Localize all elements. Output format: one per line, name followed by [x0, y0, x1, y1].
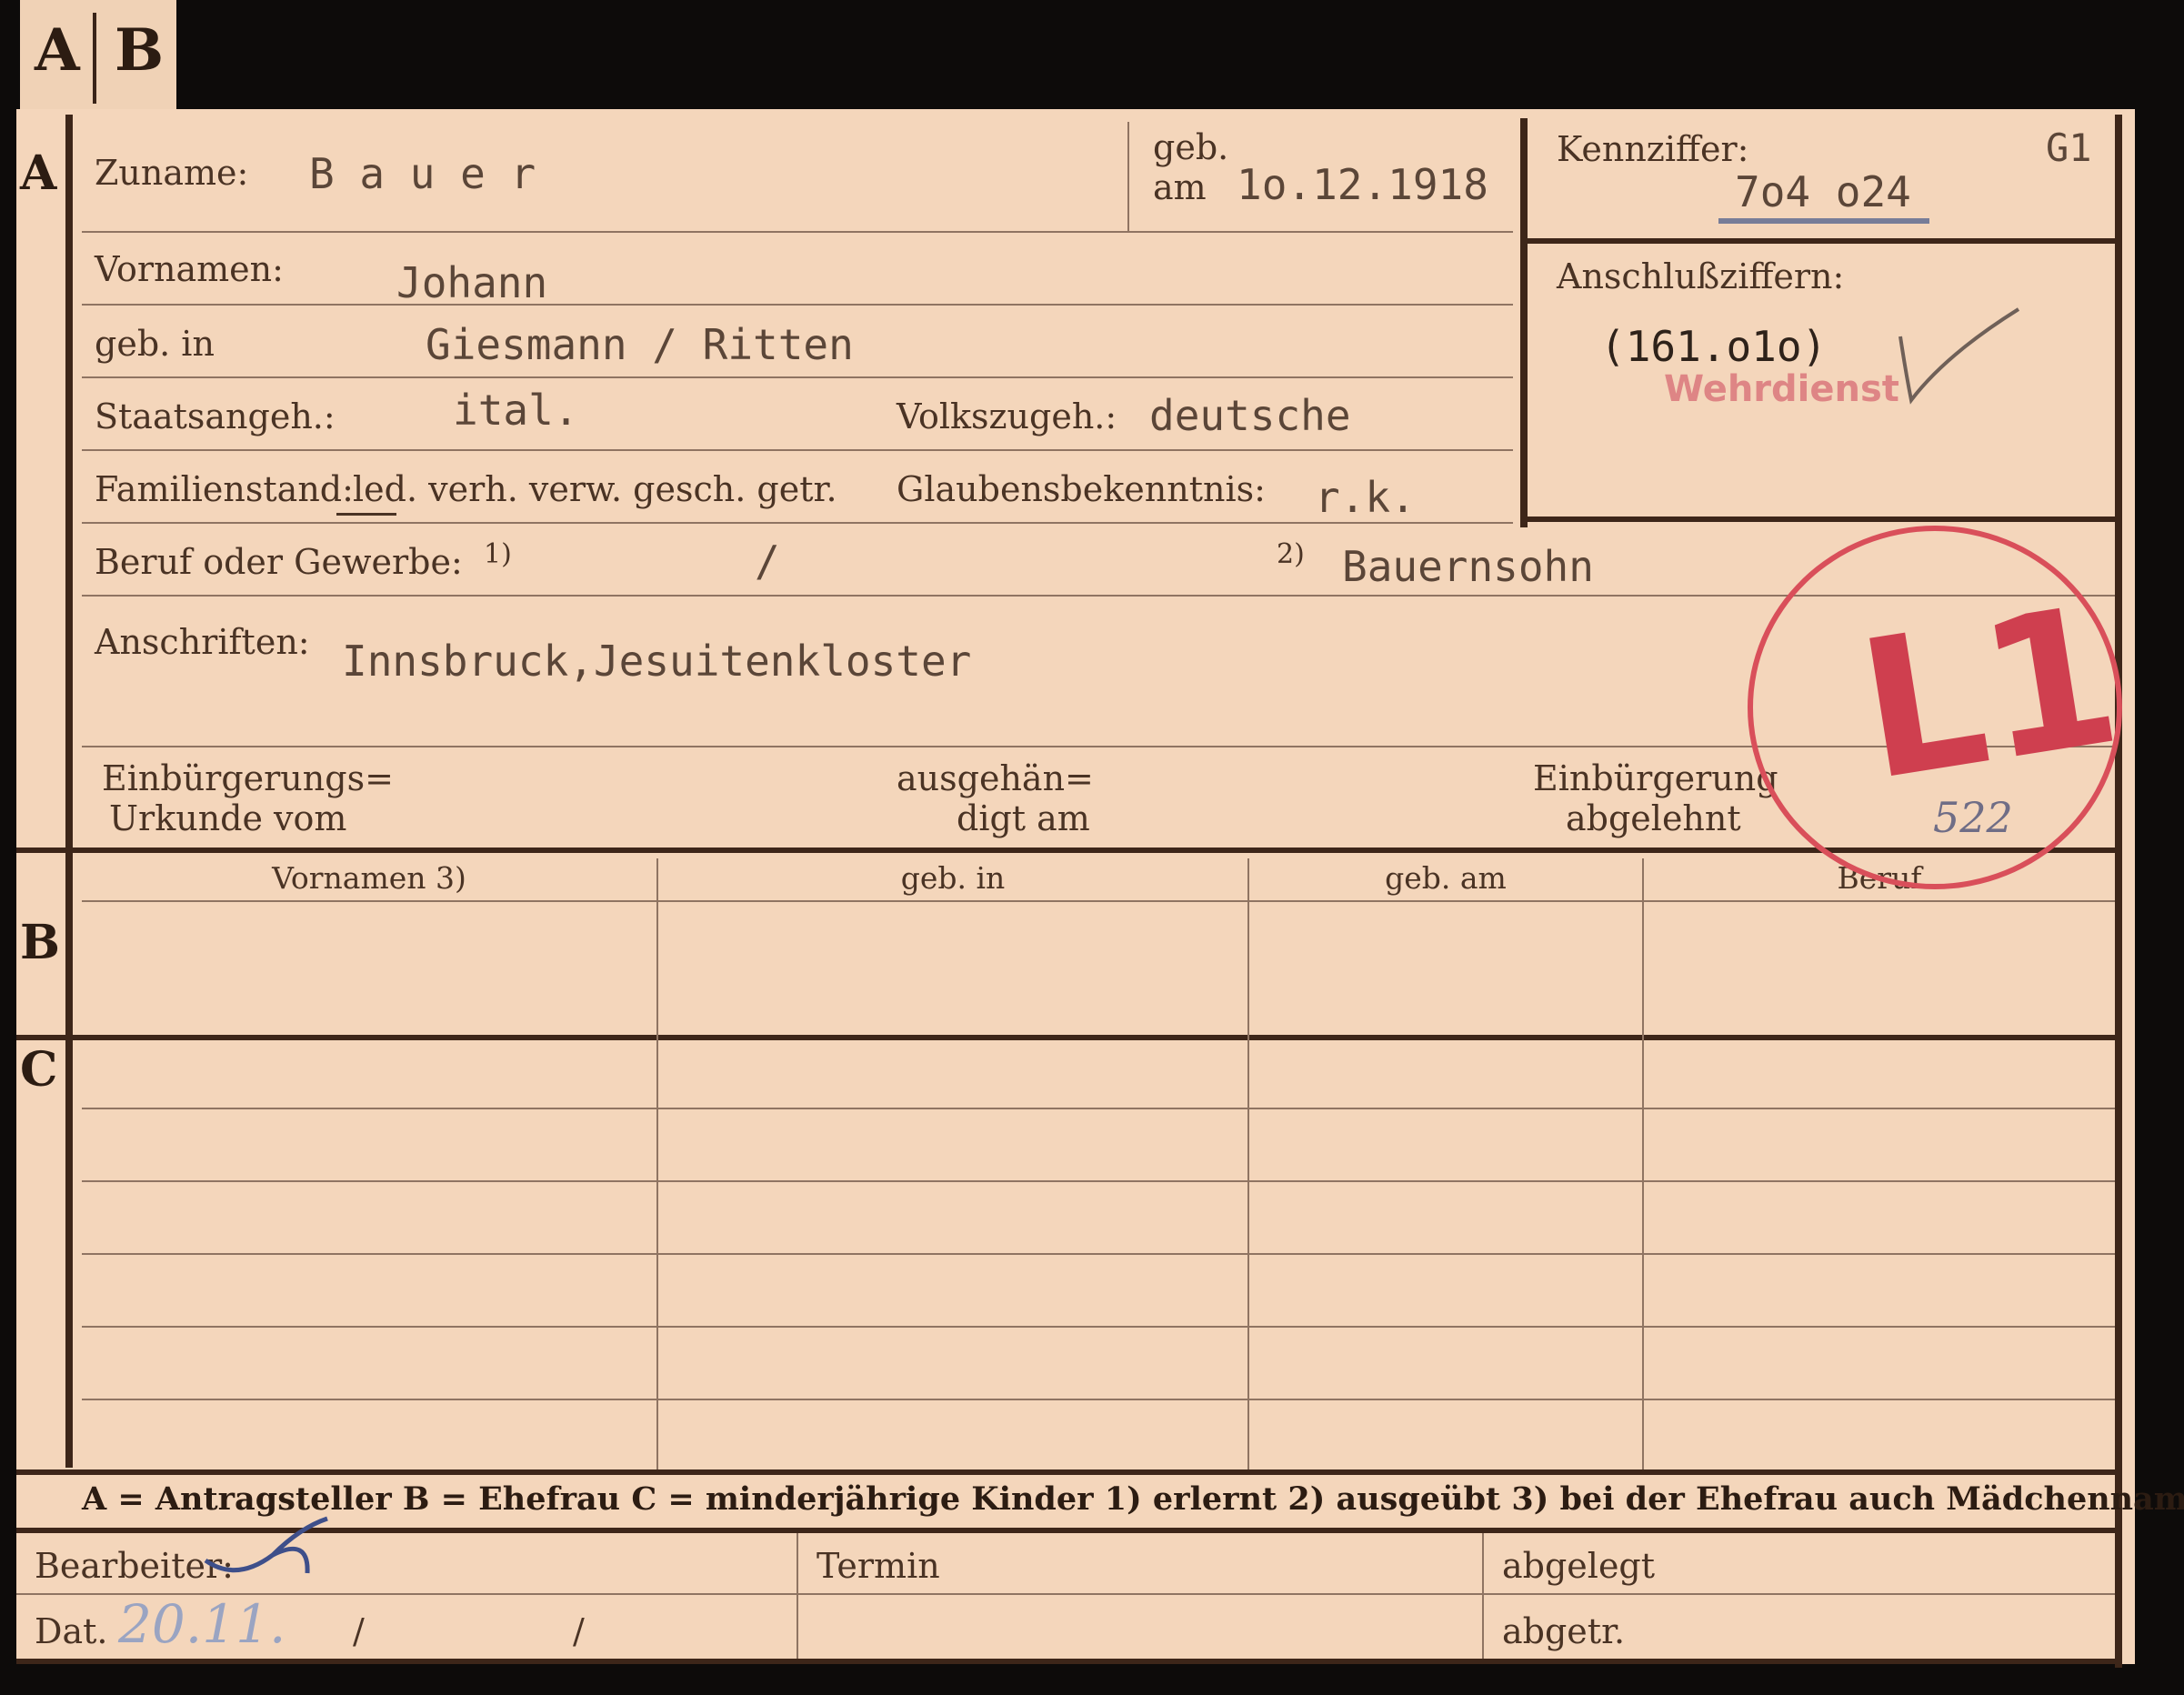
section-letter-b: B [20, 915, 60, 970]
grid-col-1 [656, 858, 658, 1469]
stamp-number: 522 [1933, 793, 2013, 842]
tab-divider [93, 13, 96, 104]
dat-value: 20.11. [118, 1593, 286, 1655]
grid-col-3 [1642, 858, 1644, 1469]
ausgeh-label-line1: ausgehän= [897, 758, 1094, 798]
tab-letter-b: B [115, 16, 165, 85]
abgelegt-label: abgelegt [1502, 1546, 1656, 1586]
rule-familien [82, 522, 1513, 524]
beruf-1-value: / [755, 537, 780, 586]
abgelehnt-label-line2: abgelehnt [1566, 798, 1741, 838]
born-date-value: 1o.12.1918 [1237, 160, 1488, 209]
section-c-bottom-rule [16, 1469, 2119, 1475]
familien-selected-underline [336, 513, 396, 516]
beruf-2-value: Bauernsohn [1342, 542, 1594, 591]
kennziffer-box-bottom-rule [1520, 517, 2119, 522]
right-frame-rule [2115, 115, 2122, 1668]
grid-row-c5 [82, 1399, 2115, 1400]
anschluss-label: Anschlußziffern: [1557, 256, 1845, 296]
staats-label: Staatsangeh.: [95, 396, 336, 436]
beruf-2-marker: 2) [1277, 538, 1305, 570]
beruf-1-marker: 1) [484, 538, 512, 570]
col-header-vornamen: Vornamen 3) [272, 860, 466, 896]
glauben-value: r.k. [1315, 473, 1416, 522]
grid-col-2 [1247, 858, 1249, 1469]
dat-label: Dat. [35, 1611, 108, 1651]
volks-value: deutsche [1149, 391, 1351, 440]
geb-in-label: geb. in [95, 324, 215, 364]
grid-row-c3 [82, 1253, 2115, 1255]
card-index-tab: A B [20, 0, 176, 113]
anschluss-red-stamp: Wehrdienst [1664, 368, 1899, 410]
kennziffer-value: 7o4 o24 [1735, 167, 1911, 216]
bottom-frame-rule [16, 1659, 2122, 1664]
anschluss-value: (161.o1o) [1600, 322, 1828, 371]
familien-label: Familienstand: [95, 469, 354, 509]
anschriften-label: Anschriften: [95, 622, 310, 662]
einb-label-line1: Einbürgerungs= [102, 758, 394, 798]
footer-row-rule [16, 1593, 2115, 1595]
dat-slash-2: / [573, 1611, 585, 1651]
grid-row-c4 [82, 1326, 2115, 1328]
volks-label: Volkszugeh.: [897, 396, 1117, 436]
dat-slash-1: / [353, 1611, 365, 1651]
surname-value: B a u e r [309, 149, 536, 198]
section-a-bottom-rule [16, 848, 2119, 853]
section-b-bottom-rule [16, 1035, 2119, 1040]
staats-value: ital. [453, 386, 579, 435]
l1-stamp-text: L1 [1846, 563, 2133, 824]
ausgeh-label-line2: digt am [957, 798, 1090, 838]
col-header-geb-in: geb. in [900, 860, 1006, 896]
familien-options: led. verh. verw. gesch. getr. [353, 469, 837, 509]
kennziffer-box-left-rule [1520, 118, 1528, 527]
kennziffer-underline [1718, 218, 1929, 224]
check-mark-icon [1898, 307, 2020, 405]
rule-born-divider [1127, 122, 1129, 231]
born-label-am: am [1153, 167, 1207, 207]
surname-label: Zuname: [95, 153, 249, 193]
abgetr-label: abgetr. [1502, 1611, 1626, 1651]
grid-row-c1 [82, 1108, 2115, 1109]
legend-text: A = Antragsteller B = Ehefrau C = minder… [82, 1480, 2184, 1518]
section-letter-c: C [20, 1042, 58, 1098]
grid-row-c2 [82, 1180, 2115, 1182]
beruf-label: Beruf oder Gewerbe: [95, 542, 463, 582]
left-frame-rule [65, 115, 73, 1468]
geb-in-value: Giesmann / Ritten [426, 320, 854, 369]
kennziffer-label: Kennziffer: [1557, 129, 1749, 169]
anschriften-value: Innsbruck,Jesuitenkloster [342, 637, 972, 686]
vornamen-value: Johann [396, 258, 548, 307]
einb-label-line2: Urkunde vom [109, 798, 347, 838]
rule-vornamen [82, 304, 1513, 306]
col-header-geb-am: geb. am [1385, 860, 1507, 896]
termin-label: Termin [816, 1546, 940, 1586]
glauben-label: Glaubensbekenntnis: [897, 469, 1266, 509]
rule-surname [82, 231, 1513, 233]
kennziffer-code: G1 [2046, 125, 2092, 170]
grid-header-rule [82, 900, 2115, 902]
tab-letter-a: A [35, 16, 80, 85]
abgelehnt-label-line1: Einbürgerung [1533, 758, 1778, 798]
footer-col-1 [796, 1533, 798, 1659]
bearbeiter-signature-icon [204, 1516, 328, 1574]
vornamen-label: Vornamen: [95, 249, 284, 289]
born-label-geb: geb. [1153, 127, 1229, 167]
footer-col-2 [1482, 1533, 1484, 1659]
kennziffer-box-divider [1520, 238, 2119, 244]
rule-staats [82, 449, 1513, 451]
section-letter-a: A [20, 145, 57, 201]
rule-geb-in [82, 376, 1513, 378]
